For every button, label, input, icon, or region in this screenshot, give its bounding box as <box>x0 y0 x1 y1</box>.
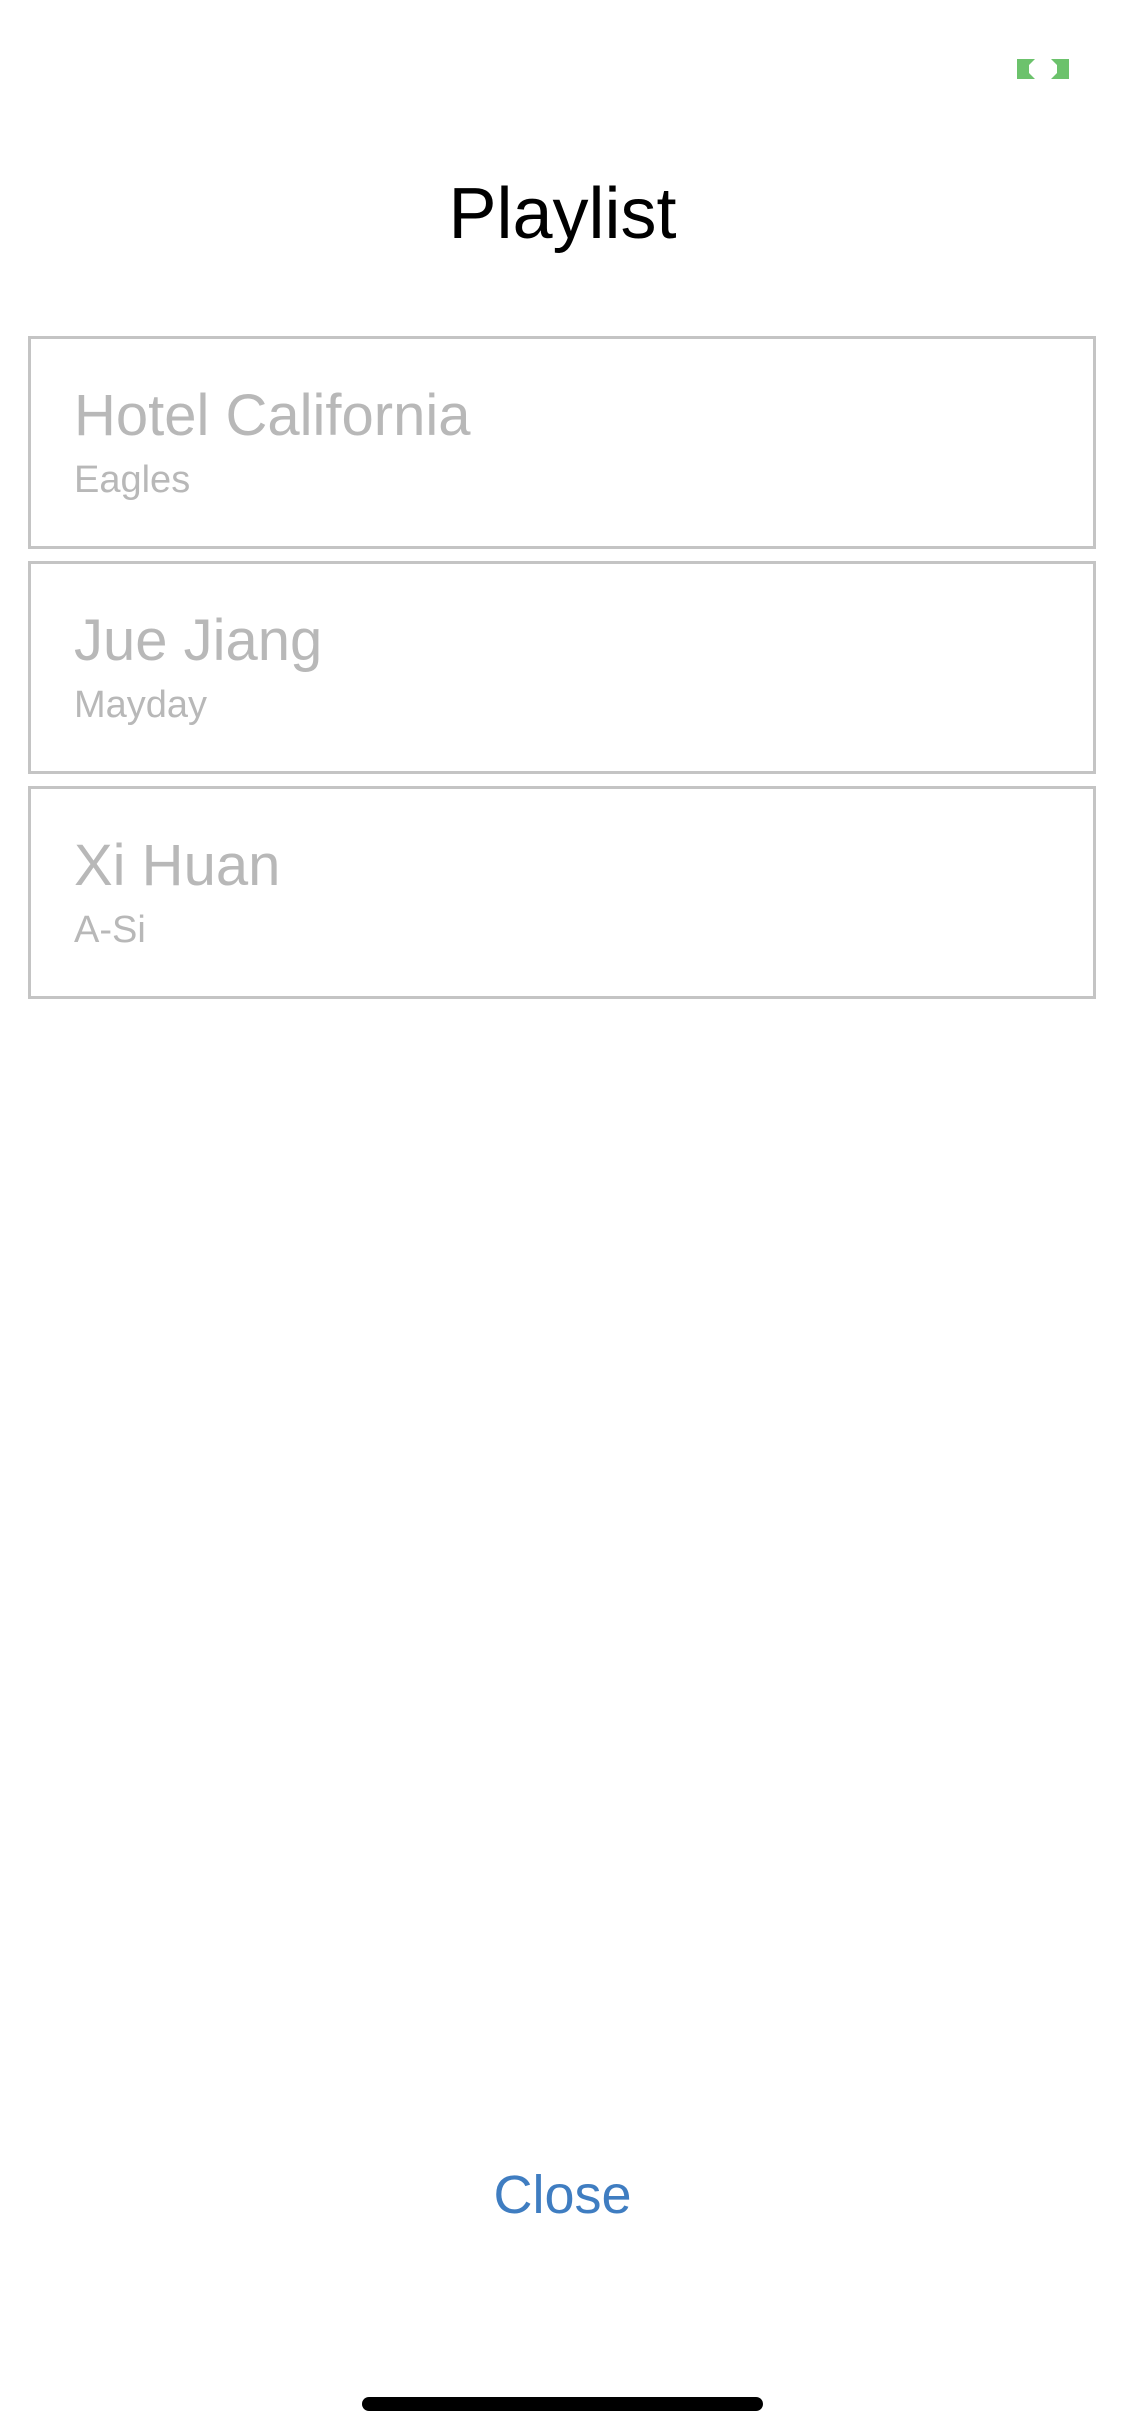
song-title: Hotel California <box>74 383 471 448</box>
list-item[interactable]: Hotel California Eagles <box>28 336 1096 549</box>
page-title: Playlist <box>448 174 677 254</box>
list-item[interactable]: Xi Huan A-Si <box>28 786 1096 999</box>
home-indicator[interactable] <box>362 2397 763 2411</box>
song-artist: A-Si <box>74 909 146 951</box>
list-item[interactable]: Jue Jiang Mayday <box>28 561 1096 774</box>
playlist-screen: Playlist Hotel California Eagles Jue Jia… <box>0 0 1125 2436</box>
song-title: Jue Jiang <box>74 608 323 673</box>
close-button[interactable]: Close <box>0 2168 1125 2222</box>
song-artist: Mayday <box>74 684 208 726</box>
song-title: Xi Huan <box>74 833 281 898</box>
song-artist: Eagles <box>74 459 191 501</box>
green-bracket-icon <box>1017 59 1069 79</box>
playlist: Hotel California Eagles Jue Jiang Mayday… <box>28 336 1096 1011</box>
